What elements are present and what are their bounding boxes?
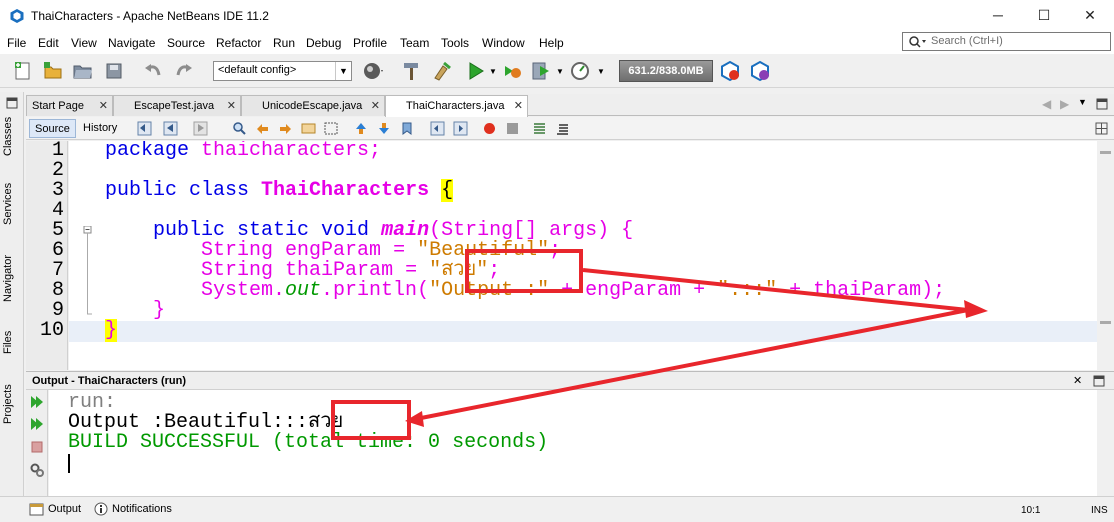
annotation-arrow xyxy=(405,268,988,427)
